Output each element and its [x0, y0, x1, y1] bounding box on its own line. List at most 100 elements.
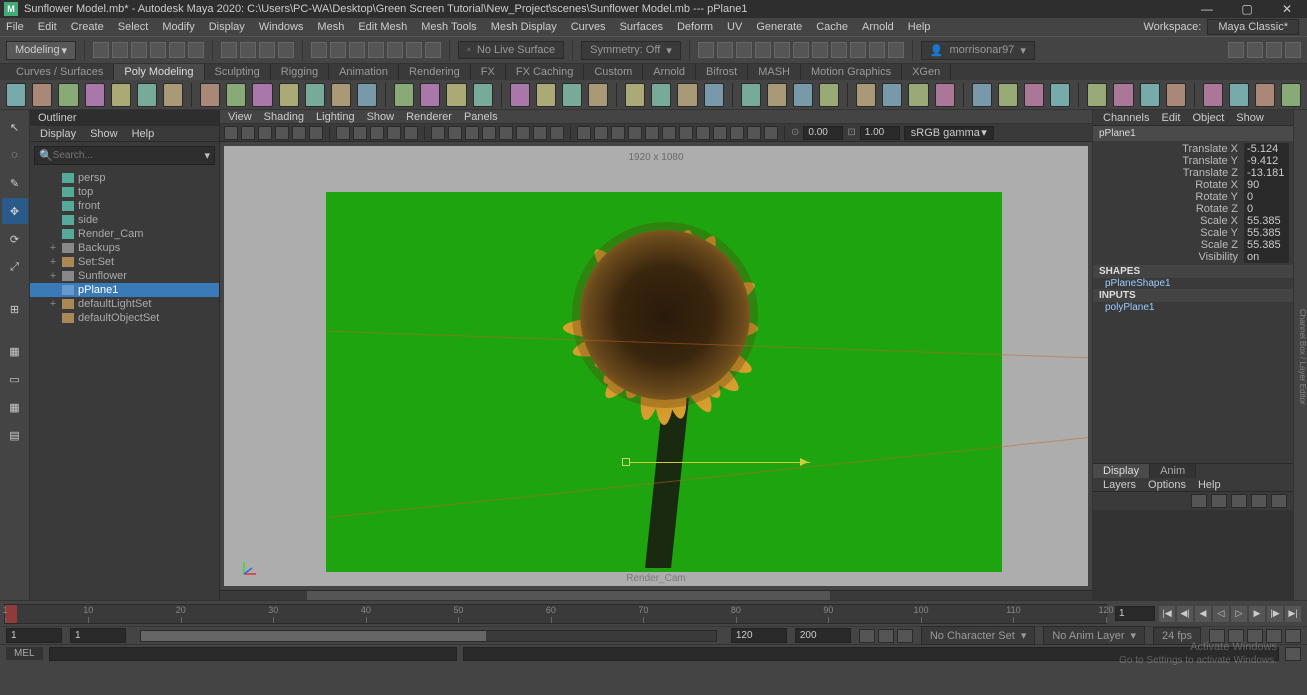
layer-menu-options[interactable]: Options [1148, 479, 1186, 491]
shelf-icon[interactable] [85, 83, 105, 107]
toolbar-icon[interactable] [311, 42, 327, 58]
shelf-icon[interactable] [935, 83, 955, 107]
manipulator-x-arrow[interactable] [800, 458, 808, 466]
script-lang-toggle[interactable]: MEL [6, 647, 43, 660]
toolbar-icon[interactable] [774, 42, 790, 58]
toolbar-icon[interactable] [850, 42, 866, 58]
toolbar-icon[interactable] [93, 42, 109, 58]
outliner-item-set:set[interactable]: +Set:Set [30, 255, 219, 269]
toolbar-icon[interactable] [259, 42, 275, 58]
outliner-tree[interactable]: persptopfrontsideRender_Cam+Backups+Set:… [30, 169, 219, 600]
outliner-menu-show[interactable]: Show [90, 128, 118, 140]
viewport-tool-icon[interactable] [550, 126, 564, 140]
search-chevron-icon[interactable]: ▾ [204, 149, 210, 162]
viewport-tool-icon[interactable] [747, 126, 761, 140]
step-fwd-button[interactable]: ▶ [1249, 606, 1265, 622]
viewport-menu-lighting[interactable]: Lighting [316, 111, 355, 123]
viewport-tool-icon[interactable] [336, 126, 350, 140]
toolbar-icon[interactable] [793, 42, 809, 58]
range-icon[interactable] [878, 629, 894, 643]
go-end-button[interactable]: ▶| [1285, 606, 1301, 622]
viewport-tool-icon[interactable] [224, 126, 238, 140]
scale-tool[interactable]: ⤢ [2, 254, 28, 280]
shelf-icon[interactable] [510, 83, 530, 107]
menu-help[interactable]: Help [908, 21, 931, 33]
select-tool[interactable]: ↖ [2, 114, 28, 140]
viewport-tool-icon[interactable] [258, 126, 272, 140]
menu-generate[interactable]: Generate [756, 21, 802, 33]
shelf-icon[interactable] [226, 83, 246, 107]
viewport-tool-icon[interactable] [696, 126, 710, 140]
layer-tab-anim[interactable]: Anim [1150, 464, 1196, 478]
shelf-icon[interactable] [819, 83, 839, 107]
toolbar-icon[interactable] [831, 42, 847, 58]
input-node[interactable]: polyPlane1 [1093, 302, 1293, 313]
layer-btn[interactable] [1251, 494, 1267, 508]
snap-tool[interactable]: ▦ [2, 338, 28, 364]
range-icon[interactable] [1266, 629, 1282, 643]
account-user[interactable]: 👤 morrisonar97 ▾ [921, 41, 1035, 60]
shelf-icon[interactable] [6, 83, 26, 107]
viewport-tool-icon[interactable] [465, 126, 479, 140]
toolbar-icon[interactable] [1247, 42, 1263, 58]
menu-edit-mesh[interactable]: Edit Mesh [358, 21, 407, 33]
shelf-tab-bifrost[interactable]: Bifrost [696, 64, 748, 80]
outliner-item-pplane1[interactable]: pPlane1 [30, 283, 219, 297]
toolbar-icon[interactable] [406, 42, 422, 58]
shelf-icon[interactable] [137, 83, 157, 107]
shelf-icon[interactable] [1113, 83, 1133, 107]
right-icon-strip[interactable]: Channel Box / Layer Editor [1293, 110, 1307, 600]
range-slider[interactable] [140, 630, 717, 642]
shelf-tab-mash[interactable]: MASH [748, 64, 801, 80]
toolbar-icon[interactable] [188, 42, 204, 58]
viewport-tool-icon[interactable] [645, 126, 659, 140]
shelf-icon[interactable] [741, 83, 761, 107]
rotate-tool[interactable]: ⟳ [2, 226, 28, 252]
shelf-icon[interactable] [1024, 83, 1044, 107]
viewport-tool-icon[interactable] [679, 126, 693, 140]
shelf-icon[interactable] [32, 83, 52, 107]
layer-btn[interactable] [1191, 494, 1207, 508]
outliner-search-input[interactable] [53, 150, 205, 161]
menu-edit[interactable]: Edit [38, 21, 57, 33]
layer-btn[interactable] [1271, 494, 1287, 508]
current-frame-field[interactable] [1115, 606, 1155, 621]
shelf-icon[interactable] [651, 83, 671, 107]
outliner-item-defaultobjectset[interactable]: defaultObjectSet [30, 311, 219, 325]
near-clip-input[interactable] [803, 126, 843, 140]
outliner-search[interactable]: 🔍 ▾ [34, 146, 215, 165]
toolbar-icon[interactable] [717, 42, 733, 58]
toolbar-icon[interactable] [169, 42, 185, 58]
viewport-tool-icon[interactable] [533, 126, 547, 140]
shelf-icon[interactable] [446, 83, 466, 107]
shelf-icon[interactable] [562, 83, 582, 107]
shelf-icon[interactable] [58, 83, 78, 107]
shelf-icon[interactable] [1140, 83, 1160, 107]
shelf-tab-animation[interactable]: Animation [329, 64, 399, 80]
shape-node[interactable]: pPlaneShape1 [1093, 278, 1293, 289]
anim-layer-selector[interactable]: No Anim Layer ▾ [1043, 626, 1145, 645]
shelf-icon[interactable] [998, 83, 1018, 107]
outliner-menu-display[interactable]: Display [40, 128, 76, 140]
shelf-icon[interactable] [420, 83, 440, 107]
toolbar-icon[interactable] [221, 42, 237, 58]
menu-set-selector[interactable]: Modeling▾ [6, 41, 76, 60]
outliner-item-side[interactable]: side [30, 213, 219, 227]
viewport-tool-icon[interactable] [353, 126, 367, 140]
shelf-tab-custom[interactable]: Custom [584, 64, 643, 80]
shelf-icon[interactable] [1229, 83, 1249, 107]
shelf-tab-fx-caching[interactable]: FX Caching [506, 64, 584, 80]
layer-menu-help[interactable]: Help [1198, 479, 1221, 491]
shelf-icon[interactable] [625, 83, 645, 107]
close-button[interactable]: ✕ [1267, 0, 1307, 18]
play-forward-button[interactable]: ▷ [1231, 606, 1247, 622]
menu-arnold[interactable]: Arnold [862, 21, 894, 33]
outliner-item-top[interactable]: top [30, 185, 219, 199]
step-back-button[interactable]: ◀ [1195, 606, 1211, 622]
shelf-tab-rendering[interactable]: Rendering [399, 64, 471, 80]
playback-end-field[interactable] [731, 628, 787, 643]
shelf-icon[interactable] [394, 83, 414, 107]
range-icon[interactable] [897, 629, 913, 643]
layout-single[interactable]: ▭ [2, 366, 28, 392]
shelf-tab-xgen[interactable]: XGen [902, 64, 951, 80]
